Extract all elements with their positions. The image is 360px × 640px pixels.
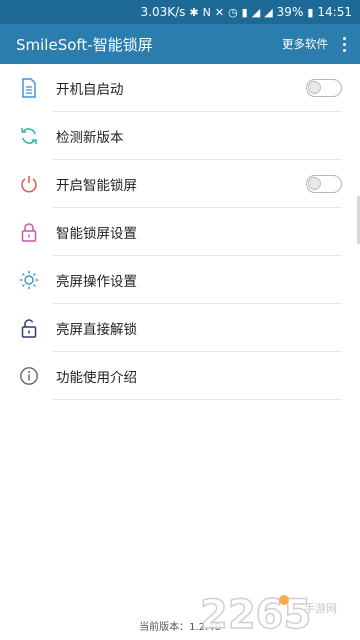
alarm-icon: ◷: [228, 5, 238, 19]
watermark-logo: 2265 手游网: [200, 592, 337, 636]
network-speed: 3.03K/s: [140, 5, 186, 19]
sun-icon: [19, 270, 39, 290]
settings-list: 开机自启动 检测新版本 开启智能锁屏 智能锁屏设置 亮屏操作设置 亮屏直接解锁 …: [0, 64, 360, 400]
signal-icon: ◢: [251, 5, 261, 19]
list-item-smart-lock[interactable]: 开启智能锁屏: [0, 160, 360, 208]
signal-4g-icon: ◢: [264, 5, 273, 19]
smart-lock-toggle[interactable]: [306, 175, 342, 193]
lock-icon: [19, 222, 39, 242]
list-item-lock-settings[interactable]: 智能锁屏设置: [0, 208, 360, 256]
list-item-label: 开启智能锁屏: [56, 178, 137, 194]
list-item-label: 亮屏操作设置: [56, 274, 137, 290]
status-bar: 3.03K/s ✱ N ✕ ◷ ▮ ◢ ◢ 39% ▮ 14:51: [0, 0, 360, 24]
list-item-autostart[interactable]: 开机自启动: [0, 64, 360, 112]
info-icon: [19, 366, 39, 386]
autostart-toggle[interactable]: [306, 79, 342, 97]
list-item-label: 智能锁屏设置: [56, 226, 137, 242]
bluetooth-icon: ✱: [189, 5, 199, 19]
list-item-label: 功能使用介绍: [56, 370, 137, 386]
nfc-icon: N: [202, 5, 211, 19]
list-item-label: 亮屏直接解锁: [56, 322, 137, 338]
list-item-label: 开机自启动: [56, 82, 124, 98]
unlock-icon: [19, 318, 39, 338]
list-item-screen-on-settings[interactable]: 亮屏操作设置: [0, 256, 360, 304]
more-software-button[interactable]: 更多软件: [282, 36, 328, 52]
refresh-icon: [19, 126, 39, 146]
battery-icon: ▮: [307, 5, 314, 19]
mute-icon: ✕: [214, 5, 225, 19]
list-item-check-update[interactable]: 检测新版本: [0, 112, 360, 160]
app-title: SmileSoft-智能锁屏: [16, 35, 153, 54]
app-bar: SmileSoft-智能锁屏 更多软件: [0, 24, 360, 64]
list-item-direct-unlock[interactable]: 亮屏直接解锁: [0, 304, 360, 352]
svg-text:2265: 2265: [200, 592, 311, 636]
divider: [53, 399, 342, 400]
svg-text:手游网: 手游网: [304, 601, 337, 615]
sim-icon: ▮: [241, 5, 248, 19]
overflow-menu-icon[interactable]: [336, 32, 352, 56]
list-item-feature-intro[interactable]: 功能使用介绍: [0, 352, 360, 400]
list-item-label: 检测新版本: [56, 130, 124, 146]
document-icon: [19, 78, 39, 98]
battery-percent: 39%: [276, 5, 304, 19]
clock: 14:51: [317, 5, 352, 19]
power-icon: [19, 174, 39, 194]
